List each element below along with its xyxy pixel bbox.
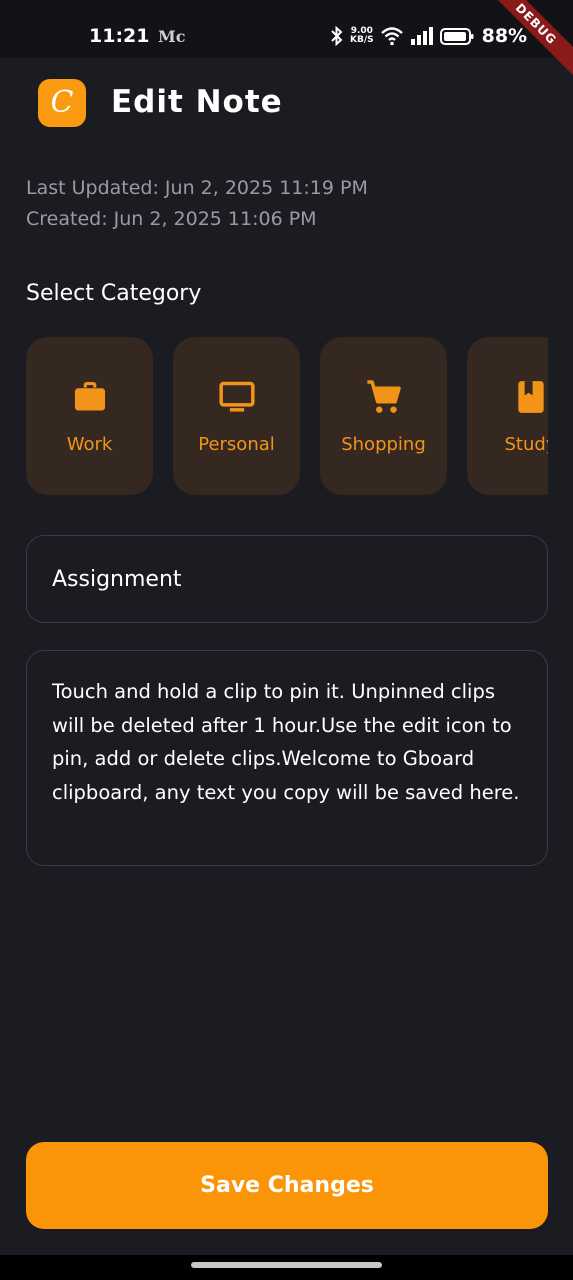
- app-logo: C: [38, 79, 86, 127]
- save-changes-label: Save Changes: [200, 1173, 374, 1198]
- category-personal[interactable]: Personal: [173, 337, 300, 495]
- status-time: 11:21: [89, 25, 150, 47]
- bluetooth-icon: [331, 26, 343, 46]
- battery-icon: [439, 28, 474, 45]
- category-list[interactable]: Work Personal Shopping Stud: [26, 337, 548, 495]
- signal-icon: [410, 27, 433, 45]
- note-title-value: Assignment: [52, 566, 182, 592]
- net-speed-unit: KB/S: [350, 35, 374, 45]
- home-indicator[interactable]: [191, 1262, 382, 1268]
- network-speed: 9.00 KB/S: [350, 27, 374, 45]
- cart-icon: [366, 379, 401, 413]
- edit-note-screen: 11:21 Mc 9.00 KB/S 88% DEBUG C Edit Note…: [0, 0, 573, 1280]
- category-work[interactable]: Work: [26, 337, 153, 495]
- note-body-value: Touch and hold a clip to pin it. Unpinne…: [52, 680, 520, 804]
- status-icons: 9.00 KB/S 88%: [330, 22, 527, 50]
- page-title: Edit Note: [111, 84, 283, 120]
- category-shopping[interactable]: Shopping: [320, 337, 447, 495]
- status-bar: 11:21 Mc 9.00 KB/S 88%: [0, 0, 573, 58]
- category-label: Study: [504, 433, 549, 455]
- wifi-icon: [380, 27, 403, 46]
- briefcase-icon: [74, 381, 105, 410]
- last-updated-text: Last Updated: Jun 2, 2025 11:19 PM: [26, 177, 368, 199]
- notification-app-icon: Mc: [158, 27, 186, 46]
- save-changes-button[interactable]: Save Changes: [26, 1142, 548, 1229]
- app-logo-letter: C: [50, 85, 74, 120]
- created-text: Created: Jun 2, 2025 11:06 PM: [26, 208, 317, 230]
- category-label: Shopping: [341, 433, 426, 455]
- monitor-icon: [218, 381, 255, 412]
- battery-percent: 88%: [481, 25, 528, 47]
- note-body-input[interactable]: Touch and hold a clip to pin it. Unpinne…: [26, 650, 548, 866]
- category-label: Work: [66, 433, 113, 455]
- book-icon: [517, 380, 544, 413]
- category-section-label: Select Category: [26, 281, 202, 306]
- note-title-input[interactable]: Assignment: [26, 535, 548, 623]
- category-label: Personal: [198, 433, 275, 455]
- category-study[interactable]: Study: [467, 337, 548, 495]
